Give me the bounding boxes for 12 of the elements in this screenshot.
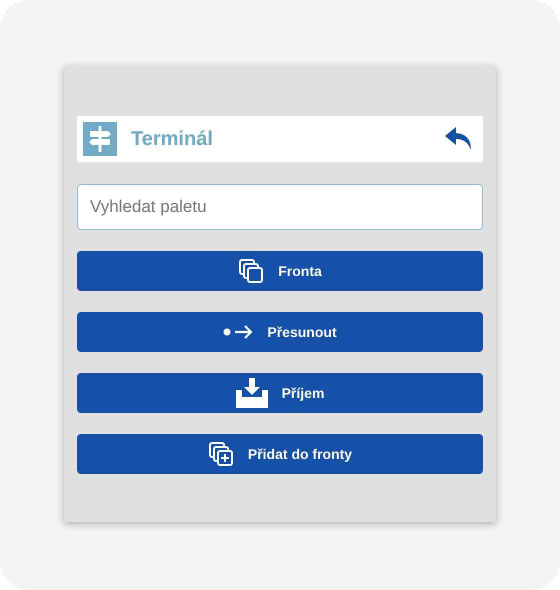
action-button[interactable]: Přesunout bbox=[77, 312, 483, 352]
dot-arrow-icon bbox=[223, 325, 254, 339]
header-title: Terminál bbox=[131, 128, 214, 150]
action-button[interactable]: Fronta bbox=[77, 251, 483, 291]
signpost-icon bbox=[83, 122, 117, 156]
stacked-squares-plus-icon bbox=[208, 441, 234, 467]
search-field[interactable]: Vyhledat paletu bbox=[77, 184, 483, 230]
stacked-squares-icon bbox=[238, 258, 264, 284]
download-tray-icon bbox=[236, 378, 268, 408]
action-button[interactable]: Příjem bbox=[77, 373, 483, 413]
back-arrow-icon[interactable] bbox=[445, 127, 473, 151]
action-button[interactable]: Přidat do fronty bbox=[77, 434, 483, 474]
